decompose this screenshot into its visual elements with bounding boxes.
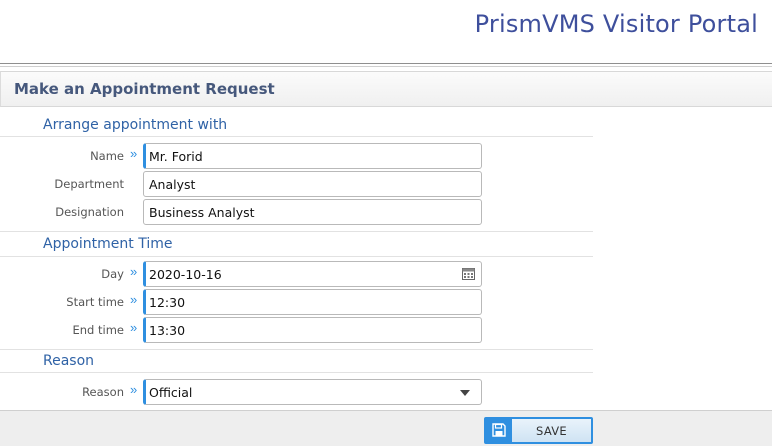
- save-icon-box: [486, 419, 512, 442]
- floppy-disk-icon: [492, 423, 506, 437]
- double-chevron-right-icon: »: [130, 382, 138, 397]
- start-time-label: Start time: [66, 295, 124, 309]
- form-footer: SAVE: [0, 410, 772, 446]
- calendar-icon[interactable]: [462, 267, 475, 280]
- page-title-bar: Make an Appointment Request: [0, 71, 772, 107]
- day-date-picker[interactable]: 2020-10-16: [143, 261, 482, 287]
- caret-down-icon[interactable]: [460, 390, 470, 396]
- row-designation: Designation Business Analyst: [0, 199, 593, 225]
- section-reason-divider: Reason: [0, 349, 593, 373]
- save-button-label: SAVE: [536, 424, 567, 438]
- app-header: PrismVMS Visitor Portal: [0, 0, 772, 64]
- double-chevron-right-icon: »: [130, 292, 138, 307]
- name-label: Name: [90, 149, 124, 163]
- row-reason: Reason » Official: [0, 379, 593, 405]
- designation-field[interactable]: Business Analyst: [143, 199, 482, 225]
- section-time-divider: Appointment Time: [0, 231, 593, 257]
- department-label: Department: [54, 177, 124, 191]
- row-department: Department Analyst: [0, 171, 593, 197]
- name-field[interactable]: Mr. Forid: [143, 143, 482, 169]
- brand-title: PrismVMS Visitor Portal: [474, 10, 758, 38]
- header-divider: [0, 66, 772, 67]
- reason-select[interactable]: Official: [143, 379, 482, 405]
- row-end-time: End time » 13:30: [0, 317, 593, 343]
- row-day: Day » 2020-10-16: [0, 261, 593, 287]
- department-field[interactable]: Analyst: [143, 171, 482, 197]
- end-time-field[interactable]: 13:30: [143, 317, 482, 343]
- day-label: Day: [101, 267, 124, 281]
- row-start-time: Start time » 12:30: [0, 289, 593, 315]
- section-title-time: Appointment Time: [43, 236, 173, 252]
- double-chevron-right-icon: »: [130, 264, 138, 279]
- reason-label: Reason: [82, 385, 124, 399]
- end-time-label: End time: [72, 323, 125, 337]
- day-value: 2020-10-16: [149, 267, 222, 282]
- page-title: Make an Appointment Request: [14, 80, 275, 98]
- double-chevron-right-icon: »: [130, 320, 138, 335]
- designation-label: Designation: [55, 205, 124, 219]
- section-title-reason: Reason: [43, 353, 95, 369]
- save-button[interactable]: SAVE: [484, 417, 593, 444]
- start-time-field[interactable]: 12:30: [143, 289, 482, 315]
- double-chevron-right-icon: »: [130, 146, 138, 161]
- section-arrange-divider: Arrange appointment with: [0, 112, 593, 137]
- row-name: Name » Mr. Forid: [0, 143, 593, 169]
- reason-selected-value: Official: [149, 385, 193, 400]
- section-title-arrange: Arrange appointment with: [43, 117, 228, 133]
